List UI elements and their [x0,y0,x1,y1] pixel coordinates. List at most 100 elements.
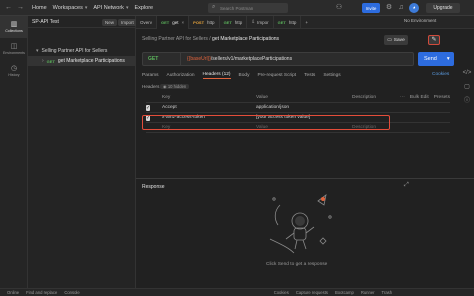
breadcrumb: Selling Partner API for Sellers / get Ma… [142,36,279,42]
method-badge: GET [161,19,170,25]
tab-tests[interactable]: Tests [304,73,315,78]
invite-button[interactable]: Invite [362,3,380,13]
back-icon[interactable]: ← [5,4,12,11]
rail-label: Environments [3,51,25,55]
method-badge: GET [223,19,232,25]
upgrade-button[interactable]: Upgrade [426,3,460,13]
rail-collections[interactable]: ▥ Collections [0,16,28,38]
tab-label: http [234,19,243,25]
method-label: GET [148,56,159,62]
collapse-icon[interactable]: ⤢ [404,182,409,189]
import-button[interactable]: Import [118,19,137,26]
tab-get-http[interactable]: GET http [220,15,248,29]
tab-post-http[interactable]: POST http [189,15,220,29]
tab-label: Impor [257,19,269,25]
method-select[interactable]: GET [143,53,181,65]
import-icon: ⇩ [251,19,256,24]
console-button[interactable]: Console [64,290,79,295]
tab-label: Overv [140,19,153,25]
method-badge: POST [193,19,205,25]
workspaces-menu[interactable]: Workspaces [53,5,83,11]
tab-get-http-2[interactable]: GET http [274,15,302,29]
method-badge: GET [46,58,55,64]
find-replace-button[interactable]: Find and replace [26,290,57,295]
url-variable: {{baseUrl}} [187,56,211,62]
tab-label: get [172,19,179,25]
tab-body[interactable]: Body [239,73,250,78]
table-row: ✓ Accept application/json [146,103,450,113]
avatar[interactable]: ◕ [409,3,419,13]
history-icon: ◷ [10,65,18,72]
tab-authorization[interactable]: Authorization [167,73,195,78]
runner-button[interactable]: Runner [361,290,375,295]
tab-settings[interactable]: Settings [323,73,340,78]
close-icon[interactable]: × [182,20,185,25]
bootcamp-button[interactable]: Bootcamp [335,290,354,295]
chevron-down-icon: ▾ [446,56,450,62]
new-tab-button[interactable]: + [301,16,312,29]
tab-get[interactable]: GET get × [157,15,190,29]
send-button[interactable]: Send ▾ [418,52,454,66]
url-input[interactable]: {{baseUrl}}/sellers/v1/marketplacePartic… [181,56,292,62]
comment-icon[interactable]: ▢ [460,80,474,94]
tab-import[interactable]: ⇩ Impor [247,15,274,29]
row-checkbox[interactable]: ✓ [146,104,151,111]
collection-item[interactable]: ▾ Selling Partner API for Sellers [28,46,135,56]
explore-link[interactable]: Explore [134,5,153,11]
info-icon[interactable]: ⓘ [460,94,474,108]
cookies-link[interactable]: Cookies [432,72,449,77]
home-link[interactable]: Home [32,5,47,11]
tab-overview[interactable]: Overv [136,15,158,29]
breadcrumb-current[interactable]: get Marketplace Participations [212,36,279,42]
send-label: Send [424,56,437,62]
tab-params[interactable]: Params [142,73,159,78]
response-title: Response [142,184,165,190]
rail-history[interactable]: ◷ History [0,60,28,82]
save-label: Save [393,37,405,43]
trash-button[interactable]: Trash [382,290,393,295]
code-icon[interactable]: </> [460,66,474,80]
breadcrumb-parent[interactable]: Selling Partner API for Sellers [142,36,208,42]
bell-icon[interactable]: ♫ [396,3,406,13]
new-button[interactable]: New [102,19,118,26]
header-value[interactable]: application/json [256,105,352,110]
forward-icon[interactable]: → [17,4,24,11]
capture-button[interactable]: Capture requests [296,290,328,295]
api-network-menu[interactable]: API Network [93,5,124,11]
hidden-headers-toggle[interactable]: ◉ 10 hidden [160,84,190,89]
bulk-edit-button[interactable]: Bulk Edit [410,95,429,100]
gear-icon[interactable]: ⚙ [384,3,394,13]
save-button[interactable]: ▭ Save [384,35,408,45]
rail-label: Collections [5,29,23,33]
request-subtabs: Params Authorization Headers (12) Body P… [142,70,349,80]
url-path: /sellers/v1/marketplaceParticipations [210,56,293,62]
tab-headers[interactable]: Headers (12) [202,72,231,79]
cookies-button[interactable]: Cookies [274,290,289,295]
status-bar: Online Find and replace Console Cookies … [0,288,474,296]
tab-label: http [207,19,215,25]
request-item[interactable]: › GET get Marketplace Participations [28,56,135,66]
left-rail: ▥ Collections ◫ Environments ◷ History [0,16,28,288]
headers-label: Headers [142,84,160,89]
add-user-icon[interactable]: ⚇ [334,3,344,13]
right-rail: </> ▢ ⓘ [460,66,474,178]
table-header: Key Value Description ··· Bulk Edit Preset… [146,93,450,103]
save-icon: ▭ [387,37,392,43]
sidebar: SP-API Test New Import ▾ Selling Partner… [28,16,137,288]
astronaut-illustration [269,194,332,254]
search-input[interactable]: ⌕ Search Postman [208,3,288,13]
tab-pre-request-script[interactable]: Pre-request Script [257,73,296,78]
highlight-box [142,115,390,130]
collection-name: Selling Partner API for Sellers [41,48,108,54]
edit-icon[interactable]: ✎ [428,35,440,45]
header-key[interactable]: Accept [162,105,256,110]
environment-selector[interactable]: No Environment [404,18,436,23]
online-status[interactable]: Online [7,290,19,295]
chevron-down-icon: ▾ [125,4,129,11]
more-icon[interactable]: ··· [400,95,405,100]
breadcrumb-sep: / [209,36,211,42]
col-description: Description [352,95,376,100]
method-badge: GET [277,19,286,25]
presets-menu[interactable]: Presets [434,95,450,100]
rail-environments[interactable]: ◫ Environments [0,38,28,60]
